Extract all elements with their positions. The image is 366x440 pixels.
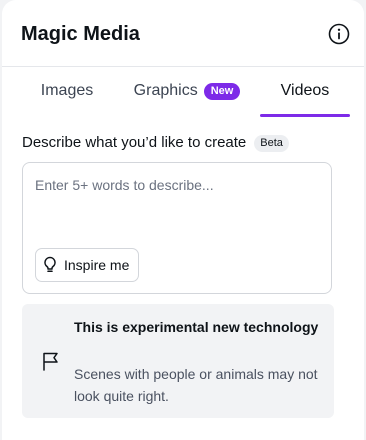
tab-videos[interactable]: Videos [260,67,350,115]
prompt-label-text: Describe what you’d like to create [22,134,247,151]
notice-title: This is experimental new technology [74,319,319,335]
prompt-input[interactable] [35,173,319,197]
tab-videos-label: Videos [280,82,330,99]
new-badge: New [203,82,241,100]
info-circle-icon[interactable] [328,23,350,45]
panel-title: Magic Media [21,23,140,45]
magic-media-panel: Magic Media Images Graphics New Videos D… [2,0,364,440]
tab-graphics-label: Graphics [133,82,198,99]
notice-body: Scenes with people or animals may not lo… [74,366,318,404]
active-tab-indicator [260,114,350,117]
prompt-label: Describe what you’d like to create Beta [22,134,289,152]
tab-graphics[interactable]: Graphics New [122,67,252,115]
tab-images-label: Images [40,82,94,99]
flag-icon [43,352,58,371]
inspire-me-button[interactable]: Inspire me [35,248,140,282]
lightbulb-icon [44,256,56,272]
experimental-notice: This is experimental new technology Scen… [22,304,334,418]
prompt-box: Inspire me [22,162,332,294]
media-type-tabs: Images Graphics New Videos [2,67,364,117]
beta-badge: Beta [254,134,289,152]
inspire-me-label: Inspire me [64,257,130,273]
tab-images[interactable]: Images [22,67,112,115]
panel-header: Magic Media [2,0,364,67]
